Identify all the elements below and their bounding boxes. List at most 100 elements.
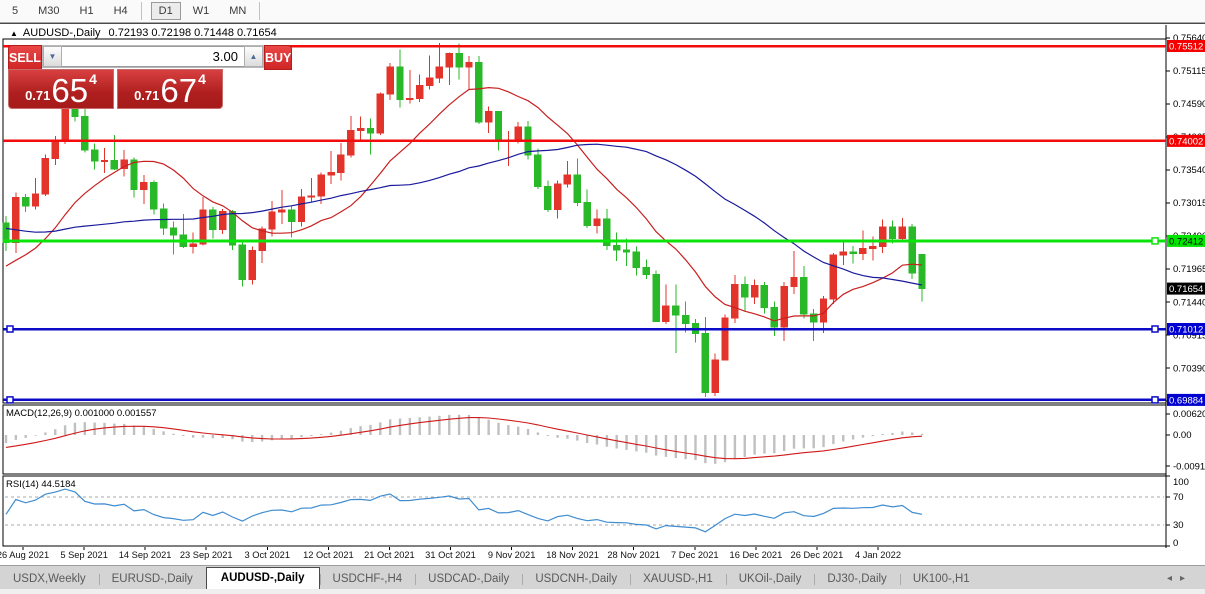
chart-ohlc-values: 0.72193 0.72198 0.71448 0.71654 [109,27,277,39]
candle-body-3-nov [485,112,491,123]
symbol-tab-uk100-h1[interactable]: UK100-,H1 [900,569,983,590]
candle-body-23-nov [623,250,629,252]
status-strip [0,589,1205,594]
hline-handle-right[interactable] [1152,238,1158,244]
date-label: 4 Jan 2022 [855,550,901,560]
candle-body-8-sep [91,150,97,161]
symbol-tab-eurusd-daily[interactable]: EURUSD-,Daily [99,569,206,590]
candle-body-16-sep [151,183,157,209]
candle-body-26-aug [3,223,9,243]
candle-body-15-oct [357,129,363,131]
symbol-tab-audusd-daily[interactable]: AUDUSD-,Daily [206,567,320,590]
collapse-chart-icon[interactable]: ▲ [10,29,18,38]
candle-body-7-oct [298,197,304,222]
candle-body-31-aug [32,194,38,206]
buy-price-pipette: 4 [198,71,206,87]
candle-body-4-nov [495,112,501,142]
candle-body-20-sep [170,228,176,235]
symbol-tab-usdcad-daily[interactable]: USDCAD-,Daily [415,569,522,590]
candle-body-27-oct [436,67,442,78]
price-badge-label: 0.71654 [1169,284,1203,295]
candle-body-15-sep [141,183,147,190]
candle-body-22-nov [614,246,620,250]
rsi-tick-label: 100 [1173,477,1189,488]
candle-body-7-sep [82,117,88,150]
date-label: 21 Oct 2021 [364,550,415,560]
candle-body-4-oct [269,212,275,229]
timeframe-button-mn[interactable]: MN [221,2,254,20]
date-label: 3 Oct 2021 [245,550,290,560]
candle-body-23-sep [200,210,206,244]
price-tick-label: 0.71965 [1173,264,1205,275]
hline-handle-left[interactable] [7,326,13,332]
price-badge-label: 0.72412 [1169,236,1203,247]
timeframe-button-5[interactable]: 5 [4,2,26,20]
date-label: 31 Oct 2021 [425,550,476,560]
price-tick-label: 0.71440 [1173,297,1205,308]
candle-body-3-sep [62,108,68,141]
chart-title: ▲AUDUSD-,Daily0.72193 0.72198 0.71448 0.… [10,27,277,39]
candle-body-10-sep [111,161,117,169]
date-label: 23 Sep 2021 [180,550,233,560]
candle-body-9-dec [742,285,748,298]
ma-slow-line [6,144,922,285]
date-label: 12 Oct 2021 [303,550,354,560]
tab-scroll-arrows[interactable]: ◂▸ [1167,573,1193,584]
macd-tick-label: 0.006201 [1173,409,1205,420]
candle-body-21-oct [397,67,403,100]
date-label: 28 Nov 2021 [607,550,660,560]
candle-body-11-nov [545,186,551,209]
sell-price-prefix: 0.71 [25,88,50,103]
hline-handle-right[interactable] [1152,397,1158,403]
sell-price-display[interactable]: 0.71 65 4 [8,69,114,109]
candle-body-15-dec [781,286,787,327]
candle-body-28-dec [870,247,876,249]
date-label: 18 Nov 2021 [546,550,599,560]
symbol-tab-xauusd-h1[interactable]: XAUUSD-,H1 [630,569,726,590]
symbol-tab-usdchf-h4[interactable]: USDCHF-,H4 [320,569,416,590]
sell-button[interactable]: SELL [8,45,42,70]
volume-spinner: ▼ ▲ [42,45,264,68]
symbol-tab-usdcnh-daily[interactable]: USDCNH-,Daily [522,569,630,590]
date-label: 5 Sep 2021 [60,550,108,560]
price-badge-label: 0.74002 [1169,136,1203,147]
buy-button[interactable]: BUY [264,45,292,70]
candle-body-22-oct [407,98,413,99]
candle-body-18-nov [594,219,600,225]
timeframe-button-h1[interactable]: H1 [72,2,102,20]
buy-price-display[interactable]: 0.71 67 4 [117,69,223,109]
macd-indicator-label: MACD(12,26,9) 0.001000 0.001557 [6,408,157,419]
candle-body-22-sep [190,244,196,247]
timeframe-button-d1[interactable]: D1 [151,2,181,20]
hline-handle-right[interactable] [1152,326,1158,332]
symbol-tab-usdx-weekly[interactable]: USDX,Weekly [0,569,99,590]
candle-body-2-nov [476,63,482,123]
timeframe-button-w1[interactable]: W1 [185,2,218,20]
chart-window: 0.756400.751150.745900.740650.735400.730… [0,23,1205,565]
candle-body-6-oct [288,210,294,221]
symbol-tab-bar: USDX,WeeklyEURUSD-,DailyAUDUSD-,DailyUSD… [0,565,1205,590]
candle-body-25-nov [643,268,649,275]
timeframe-button-h4[interactable]: H4 [106,2,136,20]
candle-body-29-dec [879,227,885,247]
candle-body-17-sep [160,209,166,228]
symbol-tab-dj30-daily[interactable]: DJ30-,Daily [814,569,899,590]
toolbar-separator [259,2,260,20]
buy-price-big-digits: 67 [160,76,197,106]
symbol-tab-ukoil-daily[interactable]: UKOil-,Daily [726,569,815,590]
candle-body-20-oct [387,67,393,94]
volume-increase-button[interactable]: ▲ [244,46,263,67]
toolbar-separator [141,2,142,20]
price-tick-label: 0.75115 [1173,66,1205,77]
volume-decrease-button[interactable]: ▼ [43,46,62,67]
macd-histogram [6,415,922,464]
candle-body-5-oct [279,210,285,212]
timeframe-button-m30[interactable]: M30 [30,2,67,20]
candle-body-6-dec [712,360,718,393]
hline-handle-left[interactable] [7,397,13,403]
price-tick-label: 0.70390 [1173,363,1205,374]
price-badge-label: 0.71012 [1169,325,1203,336]
candle-body-30-aug [23,198,29,206]
volume-input[interactable] [62,46,244,67]
one-click-trade-panel: SELL ▼ ▲ BUY 0.71 65 4 0.71 67 4 [8,45,223,109]
